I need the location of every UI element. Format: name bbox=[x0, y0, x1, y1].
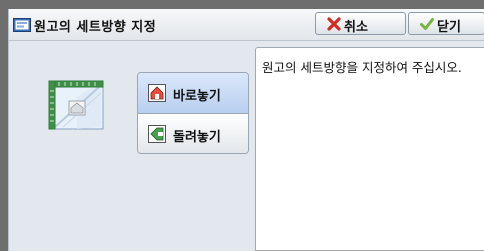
close-button[interactable]: 닫기 bbox=[408, 12, 484, 35]
upright-house-icon bbox=[148, 84, 166, 102]
option-upright-label: 바로놓기 bbox=[173, 89, 221, 104]
instruction-message: 원고의 세트방향을 지정하여 주십시오. bbox=[262, 60, 462, 75]
cancel-button[interactable]: 취소 bbox=[315, 12, 406, 35]
orientation-options: 바로놓기 돌려놓기 bbox=[137, 72, 249, 154]
rotated-house-icon bbox=[148, 125, 166, 143]
dialog-title: 원고의 세트방향 지정 bbox=[34, 20, 157, 35]
option-rotated[interactable]: 돌려놓기 bbox=[138, 114, 248, 153]
orientation-preview-icon bbox=[48, 80, 104, 130]
x-mark-icon bbox=[327, 17, 341, 31]
checkmark-icon bbox=[420, 18, 434, 30]
cancel-label: 취소 bbox=[344, 20, 368, 35]
option-upright[interactable]: 바로놓기 bbox=[138, 73, 248, 114]
dialog-header: 원고의 세트방향 지정 취소 닫기 bbox=[9, 9, 484, 41]
orientation-dialog: 원고의 세트방향 지정 취소 닫기 바로놓기 돌려놓기 원고의 세트방향을 지정… bbox=[8, 9, 484, 251]
document-orientation-icon bbox=[13, 18, 31, 32]
option-rotated-label: 돌려놓기 bbox=[173, 130, 221, 145]
message-panel: 원고의 세트방향을 지정하여 주십시오. bbox=[255, 47, 484, 251]
close-label: 닫기 bbox=[437, 20, 461, 35]
